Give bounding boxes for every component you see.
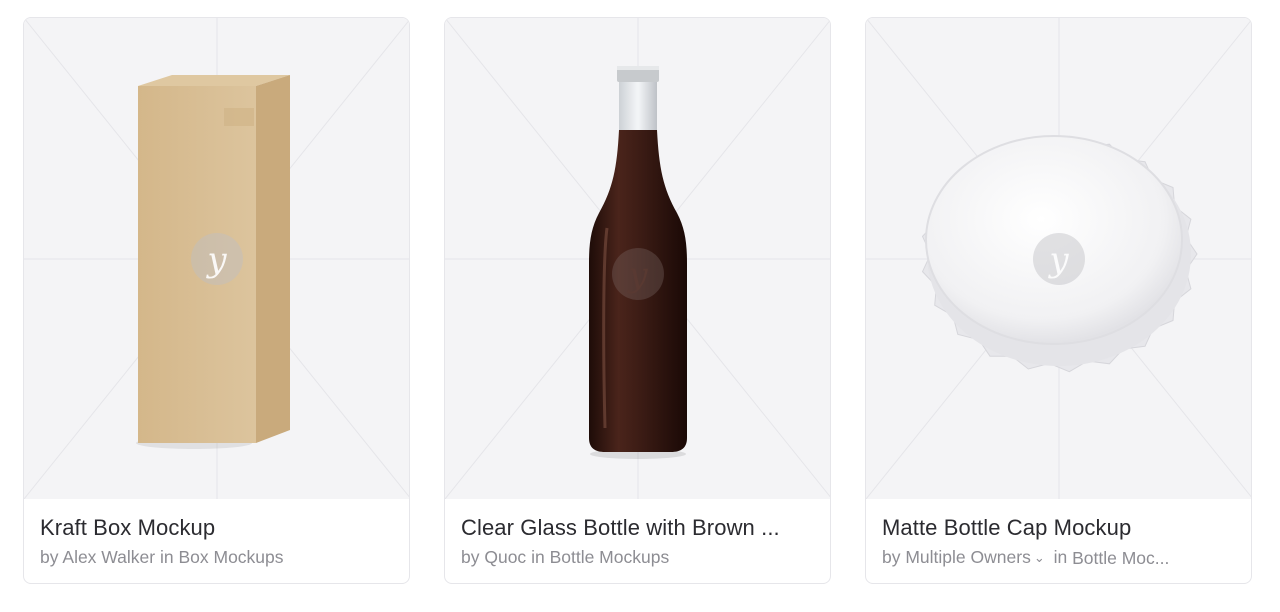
category-link[interactable]: Bottle Moc... — [1072, 546, 1169, 570]
product-preview-image[interactable]: y — [866, 18, 1251, 499]
yellow-images-logo-icon: y — [612, 248, 664, 300]
product-title[interactable]: Kraft Box Mockup — [40, 514, 393, 542]
product-meta: by Quoc in Bottle Mockups — [461, 545, 814, 569]
author-link[interactable]: Alex Walker — [62, 547, 155, 567]
in-label: in — [159, 547, 174, 567]
svg-text:y: y — [626, 255, 648, 295]
svg-text:y: y — [1047, 240, 1069, 280]
author-link[interactable]: Quoc — [484, 547, 526, 567]
svg-text:y: y — [205, 240, 227, 280]
product-preview-image[interactable]: y — [445, 18, 830, 499]
chevron-down-icon[interactable]: ⌄ — [1034, 546, 1045, 570]
yellow-images-logo-icon: y — [191, 233, 243, 285]
product-title[interactable]: Clear Glass Bottle with Brown ... — [461, 514, 814, 542]
by-label: by — [40, 547, 59, 567]
product-meta: by Multiple Owners ⌄ in Bottle Moc... — [882, 545, 1235, 570]
product-grid: y Kraft Box Mockup by Alex Walker in Box… — [0, 0, 1280, 612]
category-link[interactable]: Bottle Mockups — [550, 547, 670, 567]
yellow-images-logo-icon: y — [1033, 233, 1085, 285]
product-card-glass-bottle[interactable]: y Clear Glass Bottle with Brown ... by Q… — [444, 17, 831, 584]
product-card-bottle-cap[interactable]: y Matte Bottle Cap Mockup by Multiple Ow… — [865, 17, 1252, 584]
in-label: in — [531, 547, 545, 567]
author-link[interactable]: Multiple Owners — [905, 547, 1030, 567]
in-label: in — [1053, 547, 1068, 567]
product-preview-image[interactable]: y — [24, 18, 409, 499]
by-label: by — [882, 547, 901, 567]
by-label: by — [461, 547, 480, 567]
product-meta: by Alex Walker in Box Mockups — [40, 545, 393, 569]
product-title[interactable]: Matte Bottle Cap Mockup — [882, 514, 1235, 542]
category-link[interactable]: Box Mockups — [178, 547, 283, 567]
product-card-kraft-box[interactable]: y Kraft Box Mockup by Alex Walker in Box… — [23, 17, 410, 584]
